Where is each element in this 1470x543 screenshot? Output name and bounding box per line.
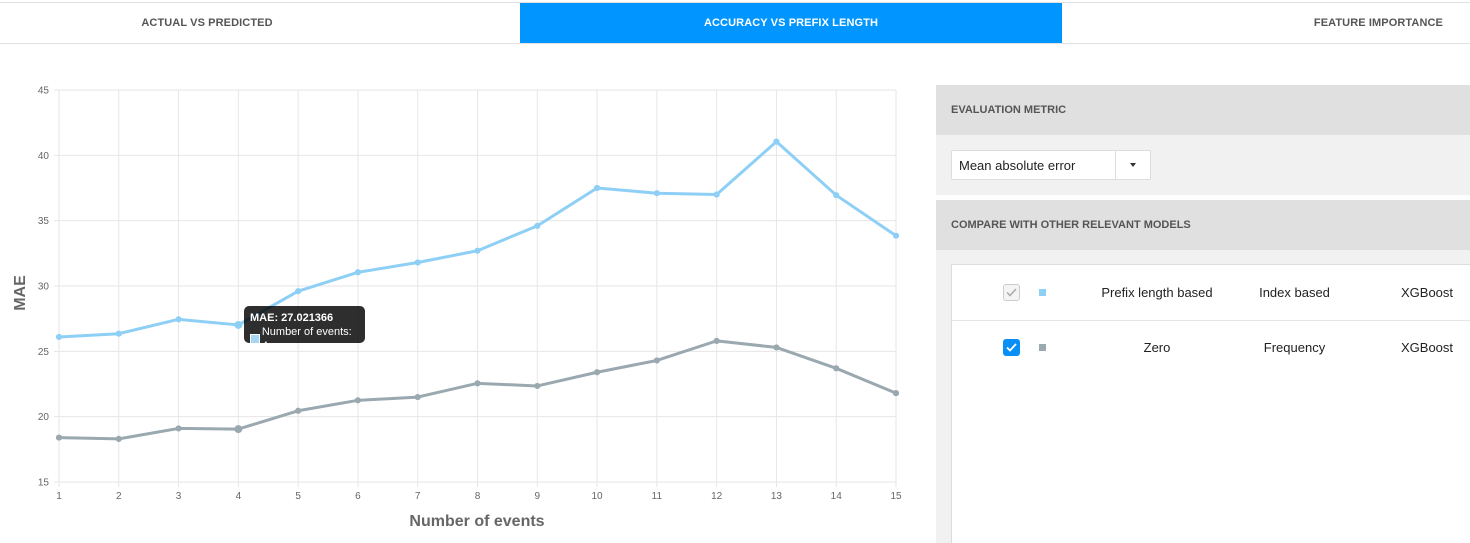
data-point bbox=[115, 330, 122, 337]
data-point bbox=[414, 259, 421, 266]
x-tick-label: 14 bbox=[831, 491, 843, 502]
data-point bbox=[175, 316, 182, 323]
data-point bbox=[773, 138, 780, 145]
x-tick-label: 5 bbox=[295, 491, 301, 502]
model-checkbox[interactable] bbox=[1003, 339, 1020, 356]
compare-models-table: Prefix length based Index based XGBoost … bbox=[951, 264, 1470, 543]
data-point bbox=[234, 425, 243, 434]
y-axis-ticks: 15 20 25 30 35 40 45 bbox=[38, 86, 50, 489]
data-point bbox=[295, 407, 302, 414]
data-point bbox=[833, 192, 840, 199]
compare-models-header: COMPARE WITH OTHER RELEVANT MODELS bbox=[936, 200, 1470, 250]
x-tick-label: 15 bbox=[890, 491, 902, 502]
x-tick-label: 12 bbox=[711, 491, 723, 502]
x-tick-label: 13 bbox=[771, 491, 783, 502]
x-tick-label: 9 bbox=[535, 491, 541, 502]
x-tick-label: 3 bbox=[176, 491, 182, 502]
metric-select-value: Mean absolute error bbox=[952, 151, 1116, 179]
data-point bbox=[55, 333, 63, 341]
x-tick-label: 2 bbox=[116, 491, 122, 502]
y-tick-label: 25 bbox=[38, 347, 50, 358]
data-point bbox=[773, 344, 780, 351]
x-tick-label: 11 bbox=[652, 491, 663, 502]
y-tick-label: 20 bbox=[38, 412, 50, 423]
check-icon bbox=[1006, 288, 1017, 297]
data-point bbox=[713, 337, 720, 344]
data-point bbox=[115, 435, 122, 442]
x-tick-label: 6 bbox=[355, 491, 361, 502]
data-point bbox=[55, 434, 63, 441]
tooltip-label: Number of events: 4 bbox=[261, 326, 352, 352]
data-point bbox=[234, 320, 243, 329]
model-encoding: Zero bbox=[1143, 340, 1171, 355]
y-axis-title: MAE bbox=[12, 275, 29, 311]
tab-accuracy-vs-prefix-length[interactable]: ACCURACY VS PREFIX LENGTH bbox=[520, 3, 1062, 43]
tooltip-title: MAE: 27.021366 bbox=[250, 312, 334, 324]
metric-select[interactable]: Mean absolute error bbox=[951, 150, 1151, 180]
model-labeling: Index based bbox=[1259, 285, 1330, 300]
data-point bbox=[833, 365, 840, 372]
data-point bbox=[354, 269, 362, 276]
model-classifier: XGBoost bbox=[1400, 285, 1454, 300]
y-tick-label: 45 bbox=[38, 86, 50, 97]
tab-actual-vs-predicted[interactable]: ACTUAL VS PREDICTED bbox=[0, 3, 414, 43]
y-tick-label: 15 bbox=[38, 478, 50, 489]
data-point bbox=[892, 390, 900, 397]
data-point bbox=[414, 393, 421, 401]
model-classifier: XGBoost bbox=[1400, 340, 1454, 355]
data-point bbox=[653, 190, 660, 197]
y-tick-label: 35 bbox=[38, 216, 50, 227]
x-axis-title: Number of events bbox=[409, 513, 544, 530]
x-tick-label: 4 bbox=[236, 491, 242, 502]
model-checkbox-disabled[interactable] bbox=[1003, 284, 1020, 301]
data-point bbox=[713, 191, 720, 198]
data-point bbox=[354, 397, 362, 404]
caret-down-icon[interactable] bbox=[1116, 151, 1150, 179]
model-encoding: Prefix length based bbox=[1101, 285, 1213, 300]
x-tick-label: 1 bbox=[56, 491, 62, 502]
x-tick-label: 8 bbox=[475, 491, 481, 502]
data-point bbox=[474, 380, 481, 387]
data-point bbox=[295, 288, 302, 295]
model-labeling: Frequency bbox=[1263, 340, 1326, 355]
data-point bbox=[593, 184, 601, 192]
check-icon bbox=[1006, 343, 1017, 352]
tab-bar: ACTUAL VS PREDICTED ACCURACY VS PREFIX L… bbox=[0, 2, 1470, 44]
data-point bbox=[892, 232, 900, 239]
x-axis-ticks: 1 2 3 4 5 6 7 8 9 10 11 12 13 14 15 bbox=[56, 491, 902, 502]
data-point bbox=[653, 357, 660, 364]
data-point bbox=[534, 222, 541, 229]
data-point bbox=[474, 247, 481, 254]
data-point bbox=[534, 382, 541, 390]
data-point bbox=[175, 425, 182, 432]
series-color-swatch bbox=[1039, 289, 1046, 296]
tab-feature-importance[interactable]: FEATURE IMPORTANCE bbox=[1062, 3, 1470, 43]
y-tick-label: 40 bbox=[38, 151, 50, 162]
x-tick-label: 7 bbox=[415, 491, 421, 502]
model-row: Zero Frequency XGBoost bbox=[952, 320, 1470, 375]
evaluation-metric-header: EVALUATION METRIC bbox=[936, 85, 1470, 135]
mae-line-chart: 15202530354045 1 2 3 4 5 6 7 8 9 10 11 12 13 14 15 Num… bbox=[12, 86, 902, 531]
series-color-swatch bbox=[1039, 344, 1046, 351]
chart-tooltip: MAE: 27.021366 Number of events: 4 bbox=[244, 306, 365, 352]
y-tick-label: 30 bbox=[38, 282, 50, 293]
evaluation-metric-panel: EVALUATION METRIC Mean absolute error bbox=[936, 85, 1470, 195]
x-tick-label: 10 bbox=[592, 491, 604, 502]
tooltip-swatch bbox=[250, 334, 260, 344]
model-row: Prefix length based Index based XGBoost bbox=[952, 265, 1470, 321]
data-point bbox=[593, 369, 601, 376]
compare-models-panel: COMPARE WITH OTHER RELEVANT MODELS Prefi… bbox=[936, 200, 1470, 543]
